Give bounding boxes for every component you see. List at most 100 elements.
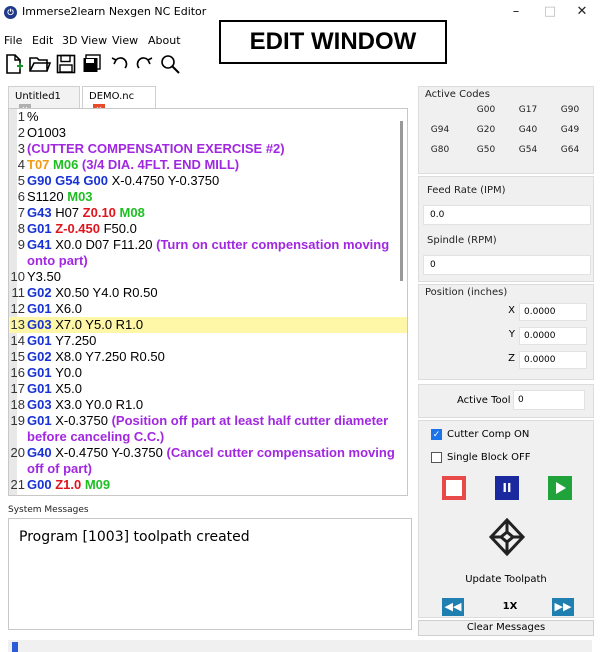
code-line[interactable]: 17 G01 X5.0 — [9, 381, 407, 397]
menu-3d-view[interactable]: 3D View — [62, 34, 107, 47]
menu-file[interactable]: File — [4, 34, 22, 47]
code-token: X0.0 D07 F11.20 — [55, 237, 157, 252]
code-line[interactable]: 21 G00 Z1.0 M09 — [9, 477, 407, 493]
single-block-checkbox[interactable]: Single Block OFF — [431, 452, 531, 463]
code-line[interactable]: 2 O1003 — [9, 125, 407, 141]
tab-label: Untitled1 — [15, 91, 61, 102]
status-bar — [8, 640, 592, 652]
search-icon[interactable] — [158, 52, 182, 76]
code-token: X0.50 Y4.0 R0.50 — [55, 285, 158, 300]
line-number: 15 — [10, 349, 25, 364]
save-all-icon[interactable] — [80, 52, 104, 76]
code-line[interactable]: 8 G01 Z-0.450 F50.0 — [9, 221, 407, 237]
save-icon[interactable] — [54, 52, 78, 76]
active-code: G94 — [430, 125, 450, 135]
code-token: M09 — [84, 477, 111, 492]
maximize-button[interactable]: □ — [534, 2, 566, 24]
line-number: 16 — [10, 365, 25, 380]
stop-button[interactable] — [442, 476, 466, 500]
code-line[interactable]: 22G53 G49 Z0.0 M05 — [9, 493, 407, 495]
code-line[interactable]: 12 G01 X6.0 — [9, 301, 407, 317]
code-token: (3/4 DIA. 4FLT. END MILL) — [81, 157, 240, 172]
code-line[interactable]: 18 G03 X3.0 Y0.0 R1.0 — [9, 397, 407, 413]
code-token: F50.0 — [103, 221, 137, 236]
update-toolpath-icon[interactable] — [488, 517, 526, 557]
code-line[interactable]: 4 T07 M06 (3/4 DIA. 4FLT. END MILL) — [9, 157, 407, 173]
code-token: T07 — [27, 157, 54, 172]
checkbox-checked-icon: ✓ — [431, 429, 442, 440]
code-token: Z-0.450 — [55, 221, 104, 236]
new-file-icon[interactable] — [2, 52, 26, 76]
code-line[interactable]: 11 G02 X0.50 Y4.0 R0.50 — [9, 285, 407, 301]
menu-edit[interactable]: Edit — [32, 34, 53, 47]
line-number: 19 — [10, 413, 25, 428]
code-token: G53 G49 — [27, 493, 83, 495]
code-line[interactable]: 16 G01 Y0.0 — [9, 365, 407, 381]
code-line[interactable]: 19 G01 X-0.3750 (Position off part at lea… — [9, 413, 399, 445]
code-line[interactable]: 10 Y3.50 — [9, 269, 407, 285]
active-code: G20 — [476, 125, 496, 135]
code-token: % — [27, 109, 39, 124]
code-token: S1120 — [27, 189, 68, 204]
code-token: G01 — [27, 333, 56, 348]
active-code: G90 — [560, 105, 580, 115]
code-line[interactable]: 9 G41 X0.0 D07 F11.20 (Turn on cutter com… — [9, 237, 399, 269]
undo-icon[interactable] — [108, 52, 132, 76]
code-token: X-0.4750 Y-0.3750 — [111, 173, 220, 188]
feed-rate-label: Feed Rate (IPM) — [427, 185, 506, 196]
code-line[interactable]: 14 G01 Y7.250 — [9, 333, 407, 349]
code-token: O1003 — [27, 125, 67, 140]
editor-tabs: Untitled1✕ DEMO.nc✕ — [8, 86, 408, 115]
tab-demo-nc[interactable]: DEMO.nc✕ — [82, 86, 156, 115]
checkbox-empty-icon — [431, 452, 442, 463]
code-token: G90 G54 G00 — [27, 173, 112, 188]
code-token: Z0.10 — [82, 205, 120, 220]
update-toolpath-label[interactable]: Update Toolpath — [418, 574, 594, 585]
redo-icon[interactable] — [132, 52, 156, 76]
z-axis-label: Z — [508, 353, 515, 364]
code-line[interactable]: 5 G90 G54 G00 X-0.4750 Y-0.3750 — [9, 173, 407, 189]
position-panel: Position (inches) X 0.0000 Y 0.0000 Z 0.… — [418, 284, 594, 380]
line-number: 1 — [17, 109, 25, 124]
editor-scrollbar[interactable] — [400, 121, 403, 281]
open-folder-icon[interactable] — [28, 52, 52, 76]
code-line[interactable]: 15 G02 X8.0 Y7.250 R0.50 — [9, 349, 407, 365]
code-line[interactable]: 20 G40 X-0.4750 Y-0.3750 (Cancel cutter c… — [9, 445, 399, 477]
fast-forward-button[interactable]: ▶▶ — [552, 598, 574, 616]
code-token: G01 — [27, 301, 56, 316]
active-code: G17 — [518, 105, 538, 115]
line-number: 14 — [10, 333, 25, 348]
line-number: 2 — [17, 125, 25, 140]
line-number: 7 — [17, 205, 25, 220]
single-block-label: Single Block OFF — [447, 452, 531, 463]
code-line[interactable]: 13 G03 X7.0 Y5.0 R1.0 — [9, 317, 407, 333]
line-number: 8 — [17, 221, 25, 236]
minimize-button[interactable]: – — [500, 2, 532, 24]
active-code: G80 — [430, 145, 450, 155]
line-number: 13 — [10, 317, 25, 332]
menu-view[interactable]: View — [112, 34, 138, 47]
code-editor[interactable]: 1% 2 O1003 3 (CUTTER COMPENSATION EXERCISE #… — [8, 108, 408, 496]
code-line[interactable]: 7 G43 H07 Z0.10 M08 — [9, 205, 407, 221]
code-token: G41 — [27, 237, 56, 252]
code-token: X3.0 Y0.0 R1.0 — [55, 397, 144, 412]
play-button[interactable] — [548, 476, 572, 500]
cutter-comp-checkbox[interactable]: ✓ Cutter Comp ON — [431, 429, 529, 440]
tab-untitled1[interactable]: Untitled1✕ — [8, 86, 80, 115]
code-line[interactable]: 1% — [9, 109, 407, 125]
active-tool-panel: Active Tool 0 — [418, 384, 594, 418]
menu-about[interactable]: About — [148, 34, 181, 47]
code-token: G03 — [27, 397, 56, 412]
active-tool-label: Active Tool — [457, 395, 511, 406]
clear-messages-button[interactable]: Clear Messages — [418, 620, 594, 636]
x-position-field: 0.0000 — [519, 303, 587, 321]
menu-bar: File Edit 3D View View About — [0, 32, 210, 50]
code-line[interactable]: 6 S1120 M03 — [9, 189, 407, 205]
spindle-field: 0 — [423, 255, 591, 275]
code-lines: 1% 2 O1003 3 (CUTTER COMPENSATION EXERCISE #… — [9, 109, 407, 495]
pause-button[interactable]: II — [495, 476, 519, 500]
code-line[interactable]: 3 (CUTTER COMPENSATION EXERCISE #2) — [9, 141, 407, 157]
close-button[interactable]: ✕ — [566, 2, 598, 24]
code-token: X-0.4750 Y-0.3750 — [55, 445, 167, 460]
rewind-button[interactable]: ◀◀ — [442, 598, 464, 616]
